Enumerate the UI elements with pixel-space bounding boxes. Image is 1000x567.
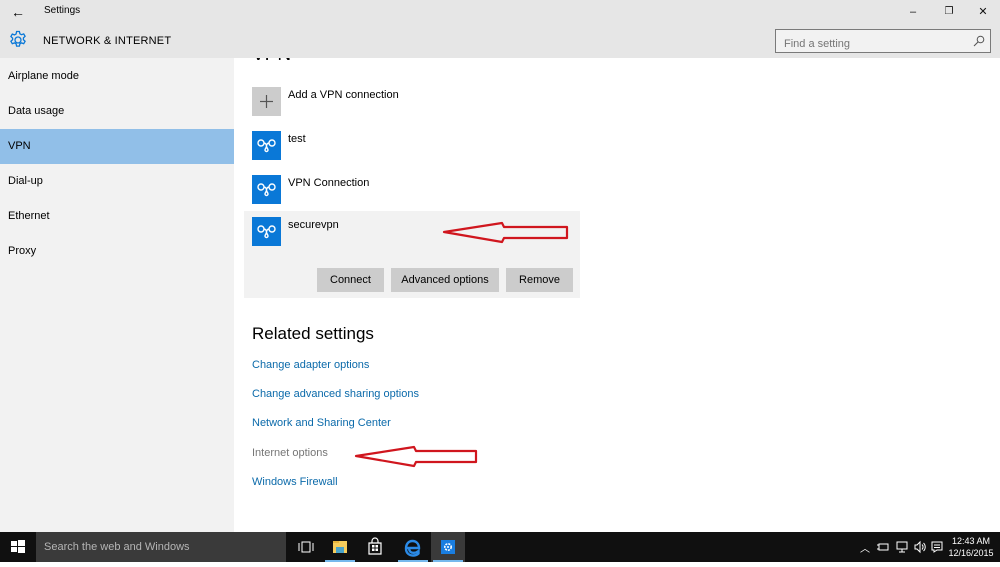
taskbar: Search the web and Windows ︿ 12:43 AM 12… — [0, 532, 1000, 562]
vpn-icon — [257, 139, 276, 153]
folder-icon — [333, 541, 347, 553]
restore-button[interactable]: ❐ — [934, 2, 964, 22]
clock-time: 12:43 AM — [951, 536, 991, 546]
vpn-icon — [257, 225, 276, 239]
related-settings-heading: Related settings — [252, 324, 374, 343]
minimize-button[interactable]: – — [898, 2, 928, 22]
window-title: Settings — [44, 5, 81, 16]
vpn-connection-item[interactable]: test — [252, 131, 582, 167]
connect-button[interactable]: Connect — [317, 268, 384, 292]
settings-window: ← Settings – ❐ ✕ NETWORK & INTERNET Airp… — [0, 0, 1000, 532]
action-center-icon[interactable] — [930, 540, 944, 554]
task-view-icon — [298, 541, 314, 553]
show-hidden-icons-chevron[interactable]: ︿ — [858, 540, 872, 555]
sidebar-item-airplane-mode[interactable]: Airplane mode — [0, 59, 234, 94]
sidebar-item-data-usage[interactable]: Data usage — [0, 94, 234, 129]
vpn-connection-name: VPN Connection — [288, 177, 370, 189]
network-icon[interactable] — [895, 540, 909, 554]
add-vpn-connection-button[interactable]: Add a VPN connection — [252, 87, 582, 123]
internet-options-link[interactable]: Internet options — [252, 447, 328, 459]
windows-firewall-link[interactable]: Windows Firewall — [252, 476, 338, 488]
vpn-connection-name: securevpn — [288, 219, 339, 231]
add-tile — [252, 87, 281, 116]
close-button[interactable]: ✕ — [968, 2, 998, 22]
change-adapter-options-link[interactable]: Change adapter options — [252, 359, 369, 371]
sidebar-item-label: Airplane mode — [8, 70, 79, 82]
title-bar: ← Settings – ❐ ✕ — [0, 0, 1000, 24]
add-vpn-label: Add a VPN connection — [288, 89, 399, 101]
sidebar-item-dial-up[interactable]: Dial-up — [0, 164, 234, 199]
vpn-connection-item[interactable]: VPN Connection — [252, 175, 582, 211]
store-bag-icon — [368, 537, 382, 555]
change-advanced-sharing-options-link[interactable]: Change advanced sharing options — [252, 388, 419, 400]
file-explorer-button[interactable] — [323, 532, 357, 562]
sidebar-item-label: VPN — [8, 140, 31, 152]
plus-icon — [260, 95, 273, 108]
network-and-sharing-center-link[interactable]: Network and Sharing Center — [252, 417, 391, 429]
taskbar-search-box[interactable]: Search the web and Windows — [36, 532, 286, 562]
vpn-icon — [257, 183, 276, 197]
main-content: VPN Add a VPN connection test — [234, 58, 1000, 532]
gear-icon — [10, 30, 26, 47]
volume-icon[interactable] — [913, 540, 927, 554]
settings-gear-icon — [441, 540, 455, 554]
clock-date: 12/16/2015 — [948, 548, 994, 558]
vpn-connection-name: test — [288, 133, 306, 145]
annotation-arrow — [354, 445, 478, 468]
store-button[interactable] — [358, 532, 392, 562]
edge-icon — [404, 539, 421, 557]
settings-taskbar-button[interactable] — [431, 532, 465, 562]
power-plug-icon[interactable] — [876, 540, 890, 554]
search-icon[interactable] — [973, 35, 985, 47]
system-clock[interactable]: 12:43 AM 12/16/2015 — [945, 535, 997, 559]
back-button[interactable]: ← — [9, 3, 27, 21]
annotation-arrow — [442, 221, 569, 244]
sidebar-item-label: Data usage — [8, 105, 65, 117]
header-bar: NETWORK & INTERNET — [0, 24, 1000, 58]
section-title: NETWORK & INTERNET — [43, 35, 172, 47]
sidebar-item-label: Proxy — [8, 245, 37, 257]
sidebar-item-label: Dial-up — [8, 175, 43, 187]
remove-button[interactable]: Remove — [506, 268, 573, 292]
sidebar-item-proxy[interactable]: Proxy — [0, 234, 234, 269]
sidebar-item-ethernet[interactable]: Ethernet — [0, 199, 234, 234]
start-button[interactable] — [0, 532, 36, 562]
edge-browser-button[interactable] — [396, 532, 430, 562]
vpn-tile — [252, 175, 281, 204]
sidebar-item-label: Ethernet — [8, 210, 50, 222]
sidebar-item-vpn[interactable]: VPN — [0, 129, 234, 164]
vpn-tile — [252, 217, 281, 246]
sidebar: Airplane mode Data usage VPN Dial-up Eth… — [0, 58, 234, 532]
vpn-tile — [252, 131, 281, 160]
find-setting-input[interactable] — [775, 29, 991, 53]
advanced-options-button[interactable]: Advanced options — [391, 268, 499, 292]
task-view-button[interactable] — [289, 532, 323, 562]
page-heading: VPN — [252, 58, 291, 66]
windows-logo-icon — [11, 540, 25, 553]
